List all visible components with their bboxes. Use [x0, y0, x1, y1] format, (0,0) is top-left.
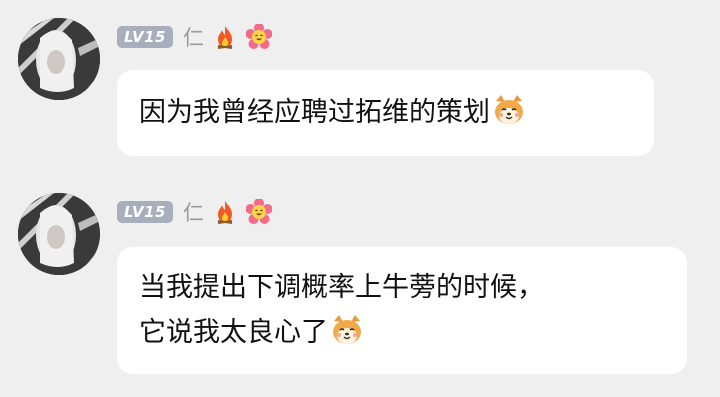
avatar[interactable]	[18, 193, 100, 275]
flower-smile-icon	[245, 199, 272, 224]
message-line: 它说我太良心了	[139, 310, 665, 355]
fire-icon	[217, 26, 233, 49]
chat-view: LV15 仁 因为我曾经应聘过拓维的策划 LV15 仁 当我提出下调概率上牛蒡的…	[0, 0, 720, 397]
shiba-dog-emoji	[333, 315, 361, 344]
message-text: 因为我曾经应聘过拓维的策划	[139, 97, 490, 128]
avatar-image	[18, 193, 100, 275]
message-line: 当我提出下调概率上牛蒡的时候，	[139, 265, 665, 310]
message-bubble[interactable]: 当我提出下调概率上牛蒡的时候， 它说我太良心了	[117, 247, 687, 374]
avatar-image	[18, 18, 100, 100]
flower-smile-icon	[245, 24, 272, 49]
message-bubble[interactable]: 因为我曾经应聘过拓维的策划	[117, 70, 654, 156]
avatar[interactable]	[18, 18, 100, 100]
message-meta: LV15 仁	[117, 197, 272, 227]
fire-icon	[217, 201, 233, 224]
level-badge: LV15	[117, 26, 173, 48]
sender-name[interactable]: 仁	[183, 22, 204, 52]
sender-name[interactable]: 仁	[183, 197, 204, 227]
message-line: 因为我曾经应聘过拓维的策划	[139, 70, 632, 156]
message-meta: LV15 仁	[117, 22, 272, 52]
message-text: 当我提出下调概率上牛蒡的时候，	[139, 272, 544, 303]
shiba-dog-emoji	[495, 95, 523, 124]
message-text: 它说我太良心了	[139, 317, 328, 348]
level-badge: LV15	[117, 201, 173, 223]
